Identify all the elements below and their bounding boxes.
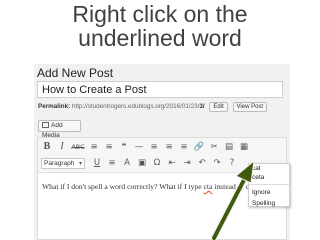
align-right-icon[interactable]: ≡: [178, 141, 190, 153]
permalink-label: Permalink:: [38, 103, 71, 110]
strikethrough-button[interactable]: ABC: [71, 141, 85, 153]
permalink-slug[interactable]: 3/: [199, 103, 204, 110]
unlink-icon[interactable]: ✂: [208, 141, 220, 153]
special-character-icon[interactable]: Ω: [151, 157, 163, 169]
bullet-list-icon[interactable]: ≡: [88, 141, 100, 153]
suggestion-cat[interactable]: cat: [249, 164, 289, 173]
editor-screenshot: Add New Post How to Create a Post Permal…: [34, 64, 290, 240]
spelling-context-menu: cat ceta Ignore Spelling: [248, 163, 290, 207]
numbered-list-icon[interactable]: ≡: [103, 141, 115, 153]
indent-icon[interactable]: ⇥: [181, 157, 193, 169]
permalink-row: Permalink: http://studentrogers.edublogs…: [38, 102, 268, 112]
blockquote-icon[interactable]: ❝: [118, 141, 130, 153]
slide-title: Right click on the underlined word: [0, 2, 320, 50]
paste-text-icon[interactable]: ▣: [136, 157, 148, 169]
undo-icon[interactable]: ↶: [196, 157, 208, 169]
format-select[interactable]: Paragraph ▾: [41, 157, 85, 169]
toolbar-row-1: B I ABC ≡ ≡ ❝ — ≡ ≡ ≡ 🔗 ✂ ▤ ▦: [41, 140, 253, 154]
format-select-value: Paragraph: [44, 159, 75, 167]
help-icon[interactable]: ?: [226, 157, 238, 169]
slide-title-line2: underlined word: [78, 25, 242, 51]
justify-icon[interactable]: ≡: [106, 157, 118, 169]
italic-button[interactable]: I: [56, 141, 68, 153]
text-color-icon[interactable]: A: [121, 157, 133, 169]
chevron-down-icon: ▾: [78, 160, 82, 167]
align-left-icon[interactable]: ≡: [148, 141, 160, 153]
ignore-spelling-item[interactable]: Ignore Spelling: [249, 187, 289, 207]
toolbar-toggle-icon[interactable]: ▦: [238, 141, 250, 153]
read-more-icon[interactable]: ▤: [223, 141, 235, 153]
slide-title-line1: Right click on the: [72, 1, 248, 27]
post-title-input[interactable]: How to Create a Post: [37, 81, 283, 98]
underline-button[interactable]: U: [91, 157, 103, 169]
edit-permalink-button[interactable]: Edit: [209, 102, 228, 112]
page-heading: Add New Post: [37, 66, 114, 80]
add-media-button[interactable]: Add Media: [38, 120, 81, 139]
horizontal-line-icon[interactable]: —: [133, 141, 145, 153]
body-text-before: What if I don't spell a word correctly? …: [42, 182, 204, 191]
permalink-url[interactable]: http://studentrogers.edublogs.org/2016/0…: [72, 103, 199, 110]
outdent-icon[interactable]: ⇤: [166, 157, 178, 169]
toolbar-row-2: Paragraph ▾ U ≡ A ▣ Ω ⇤ ⇥ ↶ ↷ ?: [41, 156, 241, 170]
view-post-button[interactable]: View Post: [232, 102, 268, 112]
redo-icon[interactable]: ↷: [211, 157, 223, 169]
bold-button[interactable]: B: [41, 141, 53, 153]
suggestion-ceta[interactable]: ceta: [249, 173, 289, 182]
link-icon[interactable]: 🔗: [193, 141, 205, 153]
menu-divider: [249, 184, 289, 185]
misspelled-word[interactable]: cta: [203, 182, 212, 191]
media-icon: [42, 122, 49, 128]
align-center-icon[interactable]: ≡: [163, 141, 175, 153]
